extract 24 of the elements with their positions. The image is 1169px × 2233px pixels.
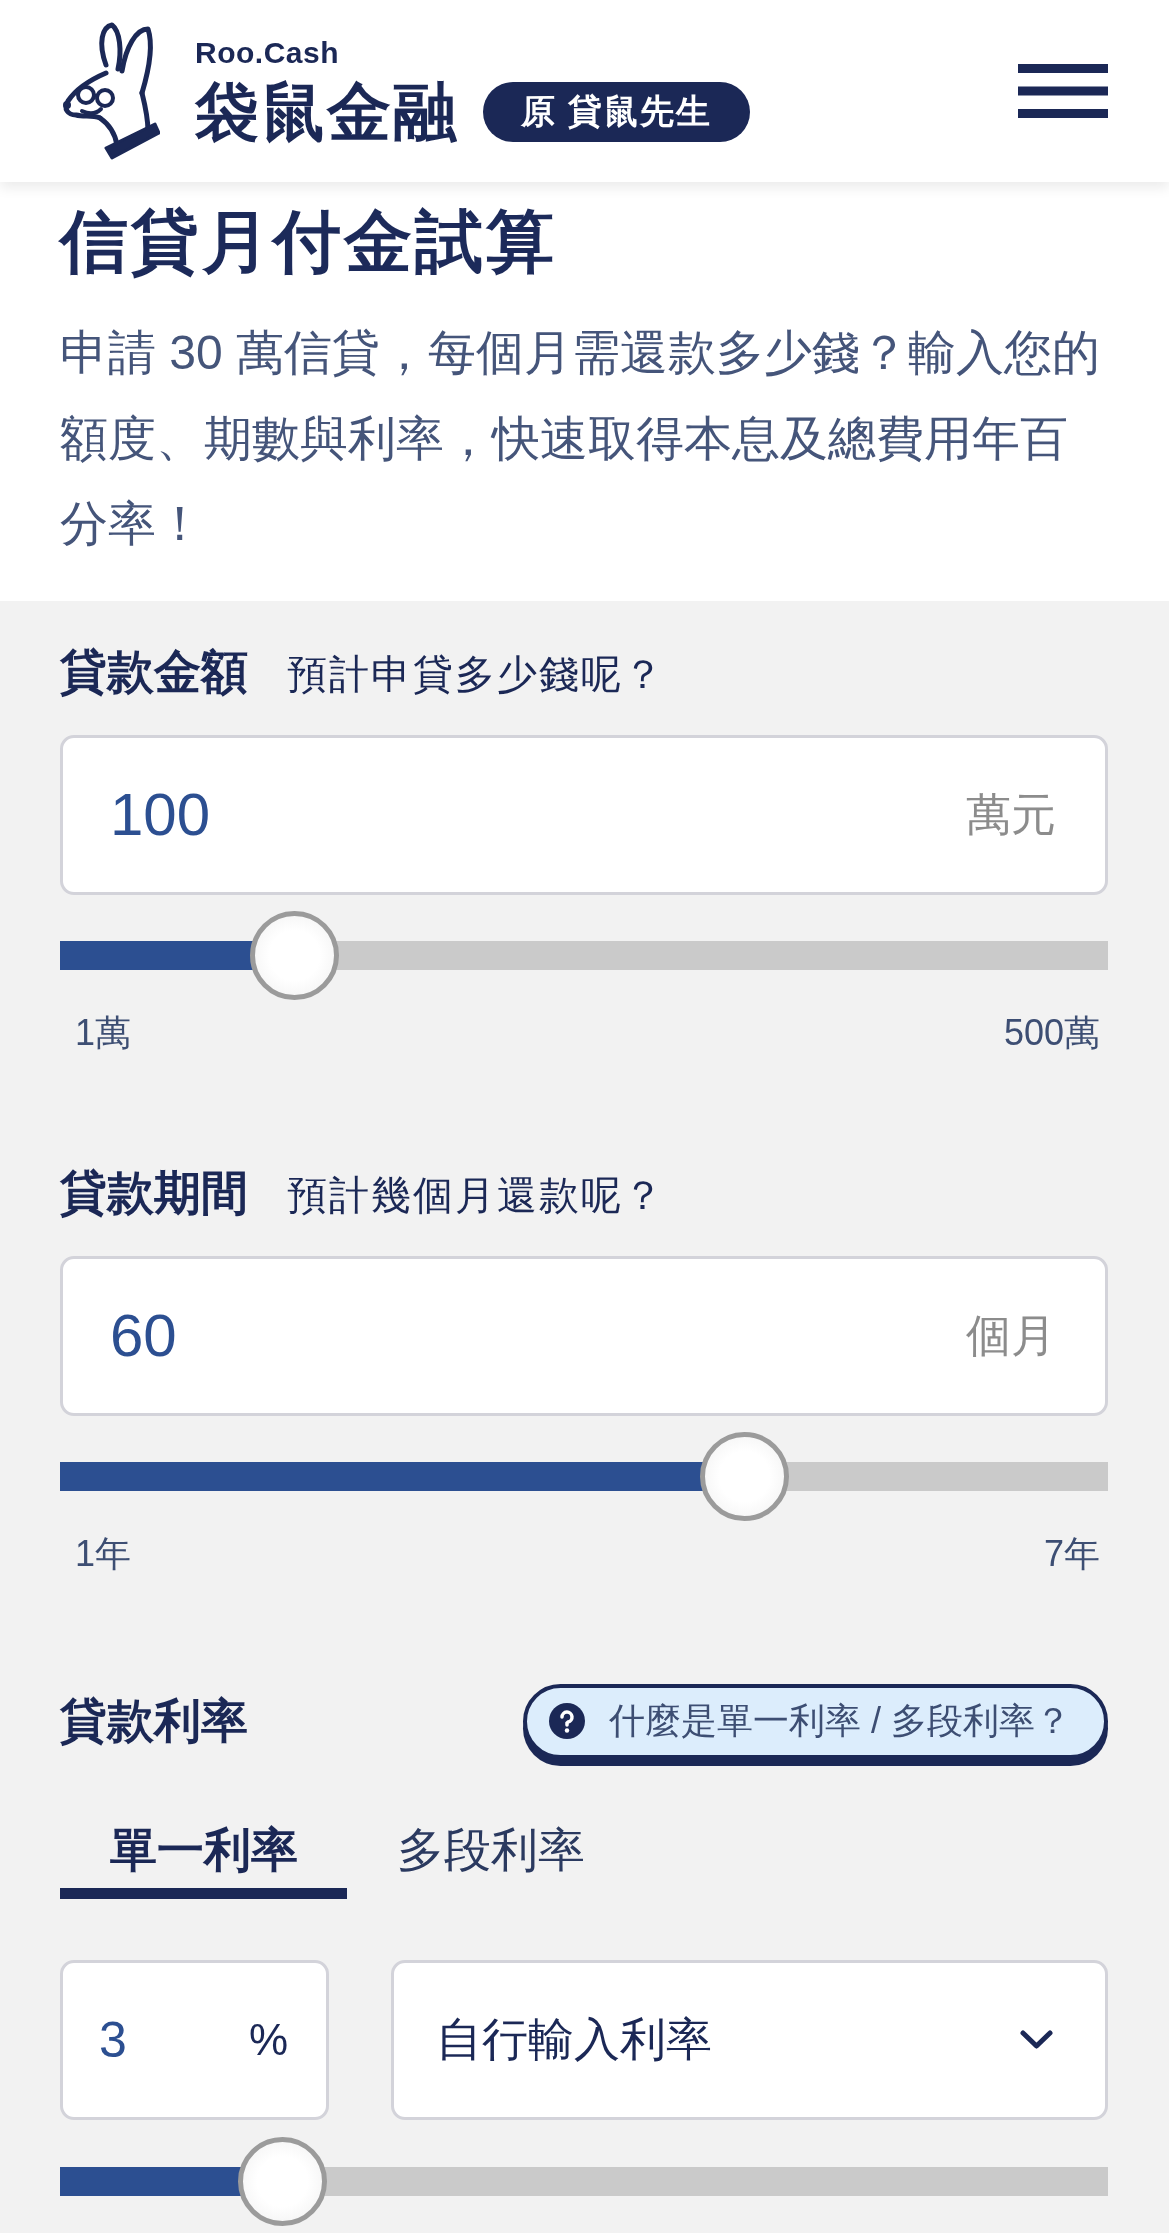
section-label: 貸款期間 (60, 1164, 248, 1221)
section-hint: 預計幾個月還款呢？ (287, 1171, 665, 1219)
unit-label: 個月 (966, 1308, 1056, 1363)
section-label: 貸款金額 (60, 643, 248, 700)
question-icon (549, 1703, 585, 1739)
logo-caption: Roo.Cash (195, 38, 339, 68)
range-max-label: 500萬 (1003, 1010, 1100, 1055)
rate-tab[interactable]: 單一利率 (60, 1819, 347, 1899)
former-name-badge: 原 貸鼠先生 (483, 82, 751, 142)
range-max-label: 7年 (1043, 1531, 1100, 1576)
menu-icon[interactable] (1018, 64, 1108, 118)
chevron-down-icon (1020, 2030, 1053, 2049)
logo-name: 袋鼠金融 (195, 80, 459, 144)
section-label: 貸款利率 (60, 1693, 248, 1749)
unit-label: % (248, 2014, 288, 2065)
range-min-label: 1年 (75, 1531, 132, 1576)
rate-type-select[interactable]: 自行輸入利率 (391, 1959, 1108, 2120)
rate-tab[interactable]: 多段利率 (347, 1819, 634, 1899)
range-min-label: 1萬 (75, 1010, 132, 1055)
page-description: 申請 30 萬信貸，每個月需還款多少錢？輸入您的額度、期數與利率，快速取得本息及總費用年百分率！ (60, 325, 1102, 552)
page-title: 信貸月付金試算 (60, 202, 558, 281)
mascot-logo-icon (60, 21, 160, 161)
section-hint: 預計申貸多少錢呢？ (287, 650, 665, 698)
unit-label: 萬元 (966, 787, 1056, 842)
